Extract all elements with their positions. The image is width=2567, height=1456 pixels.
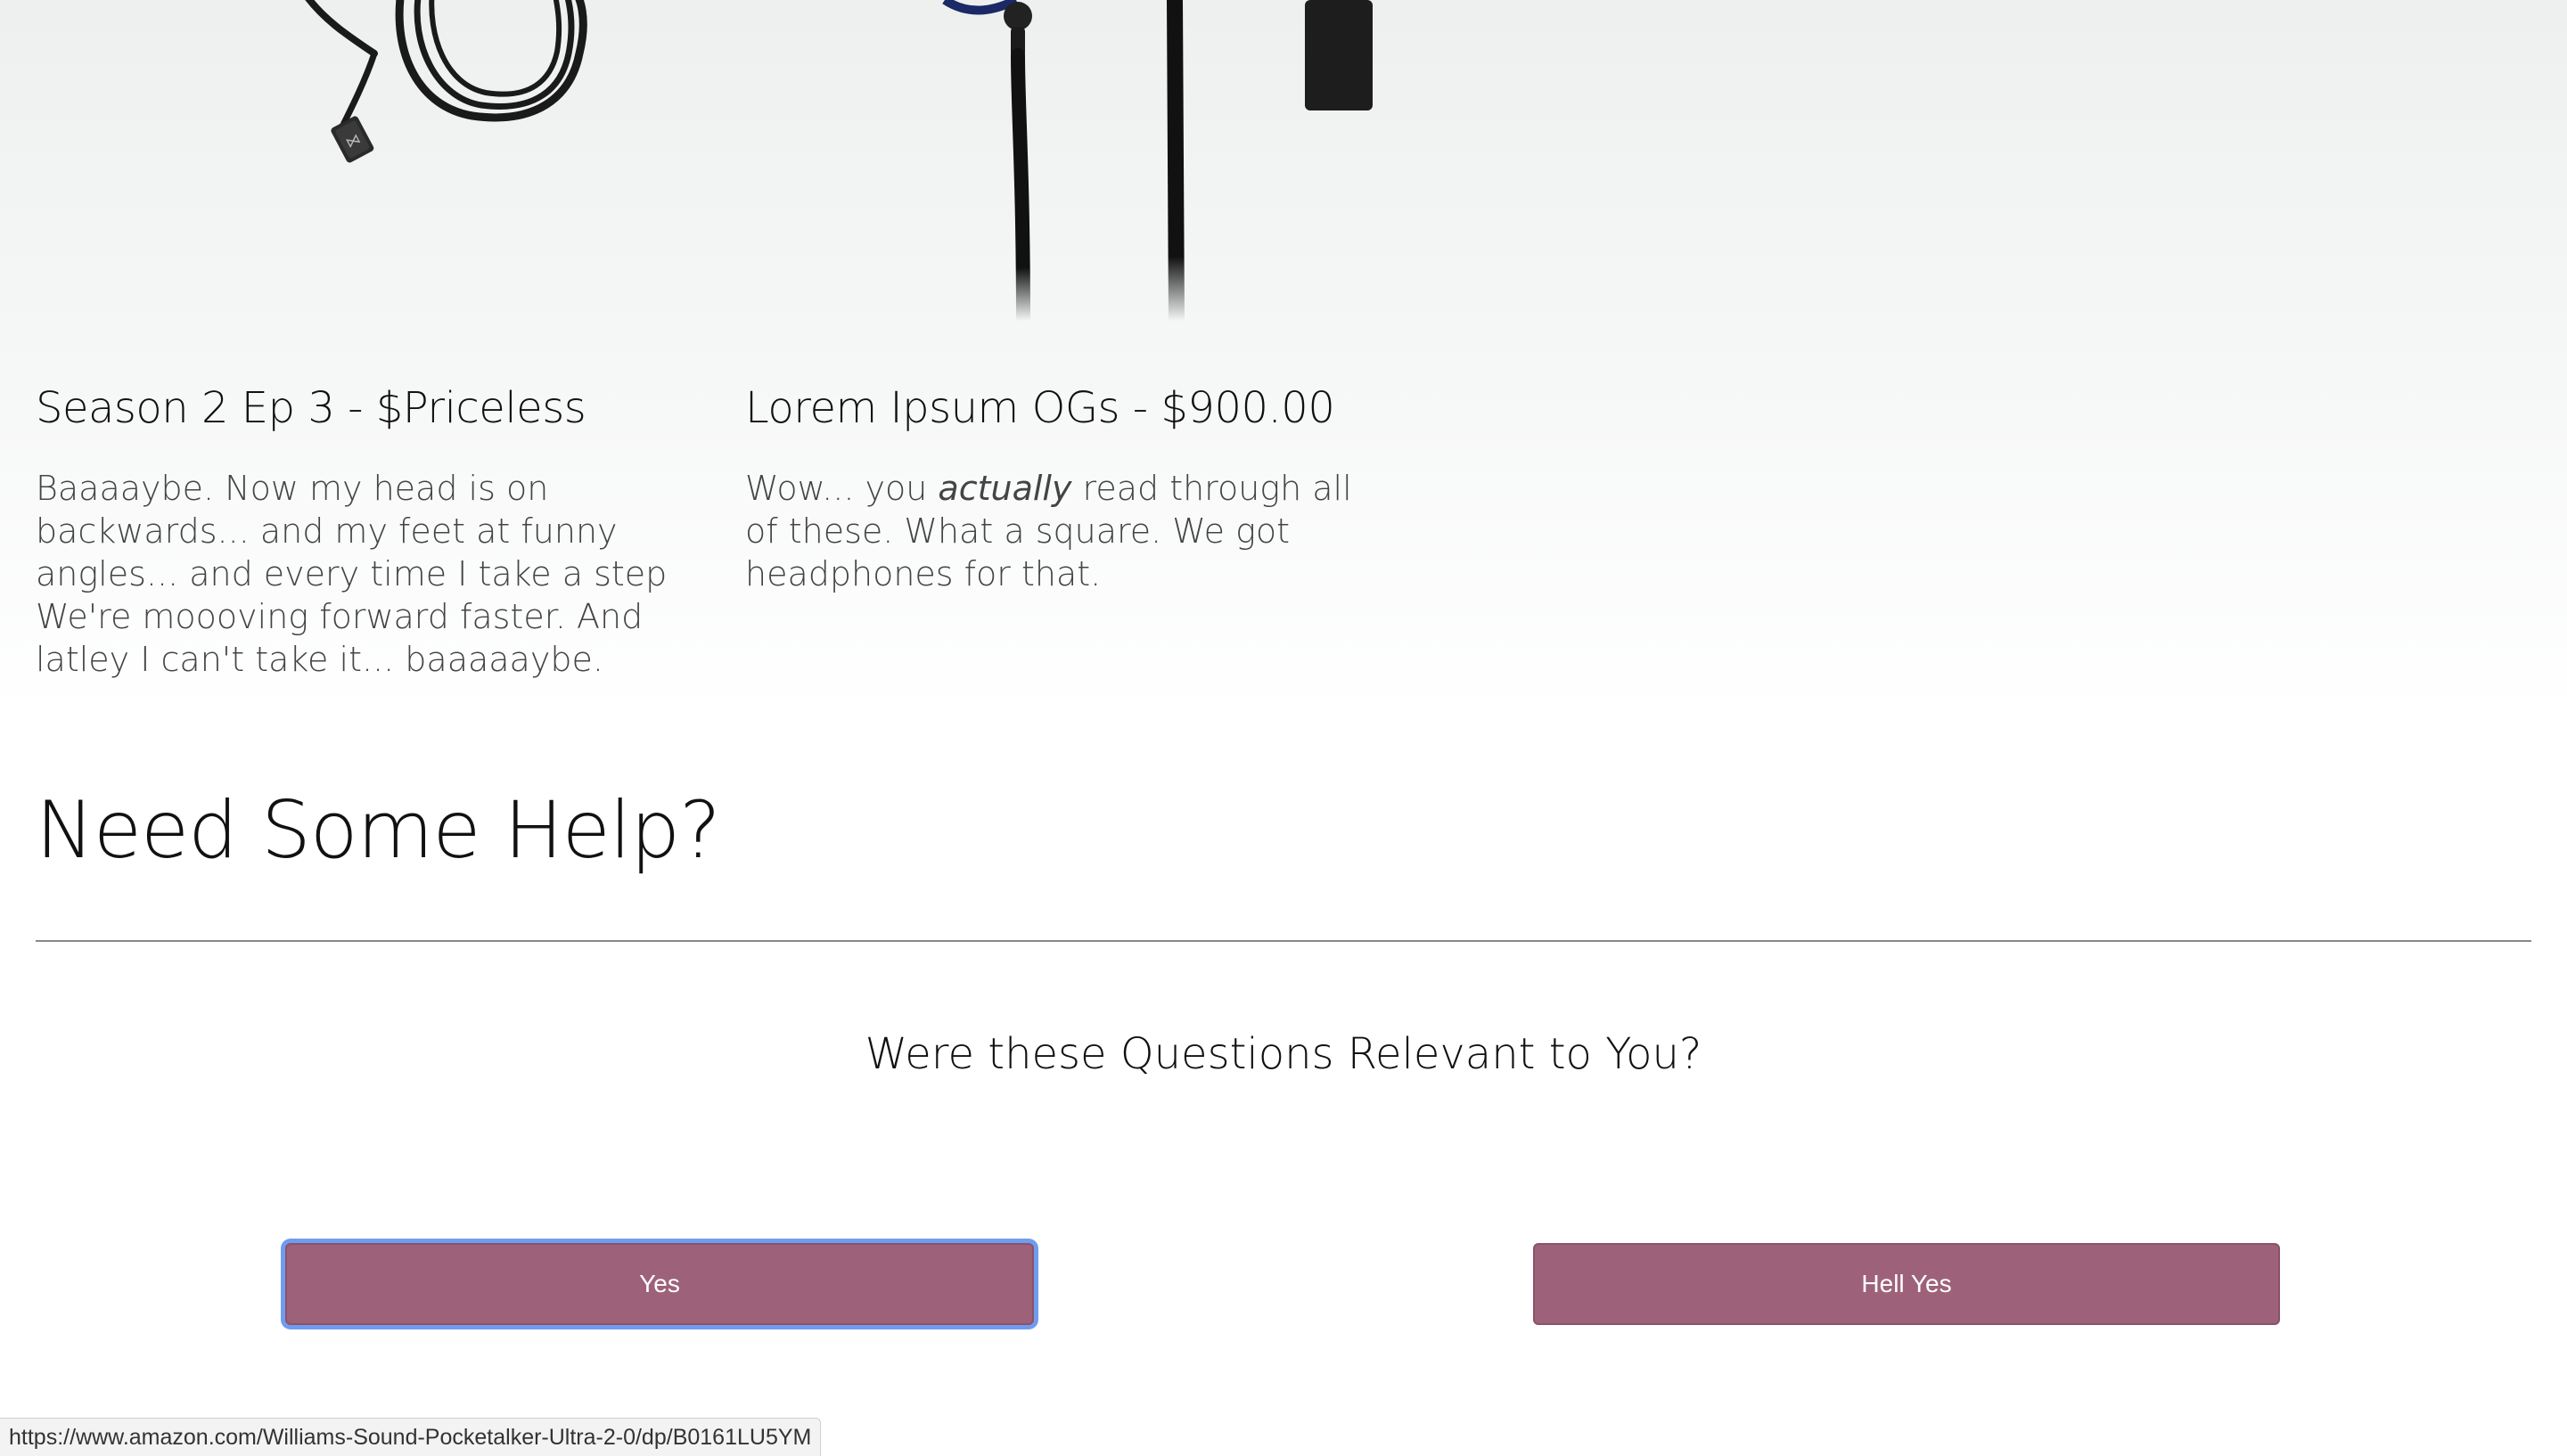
page: ⋈ Season 2 Ep 3 - $Priceless Baaaaybe. N… <box>0 0 2567 1456</box>
product-description: Wow... you actually read through all of … <box>745 467 1387 595</box>
product-card-lorem-ipsum: Lorem Ipsum OGs - $900.00 Wow... you act… <box>745 383 1387 595</box>
hell-yes-button[interactable]: Hell Yes <box>1533 1243 2280 1325</box>
link-status-bar: https://www.amazon.com/Williams-Sound-Po… <box>0 1418 822 1456</box>
help-section-title: Need Some Help? <box>36 784 721 876</box>
product-description: Baaaaybe. Now my head is on backwards...… <box>36 469 668 679</box>
headphone-cables-icon <box>942 0 1373 329</box>
product-image-left[interactable]: ⋈ <box>267 0 677 196</box>
product-image-middle[interactable] <box>918 0 1417 330</box>
coiled-headphone-cable-icon: ⋈ <box>305 0 587 163</box>
section-divider <box>36 940 2531 942</box>
product-title[interactable]: Lorem Ipsum OGs - $900.00 <box>745 383 1387 433</box>
yes-button[interactable]: Yes <box>285 1243 1034 1325</box>
status-url: https://www.amazon.com/Williams-Sound-Po… <box>9 1424 812 1450</box>
product-title[interactable]: Season 2 Ep 3 - $Priceless <box>36 383 677 433</box>
relevance-question: Were these Questions Relevant to You? <box>865 1029 1702 1079</box>
description-emphasis: actually <box>938 469 1072 508</box>
product-card-season2: Season 2 Ep 3 - $Priceless Baaaaybe. Now… <box>36 383 677 681</box>
description-text: Wow... you <box>745 469 939 508</box>
